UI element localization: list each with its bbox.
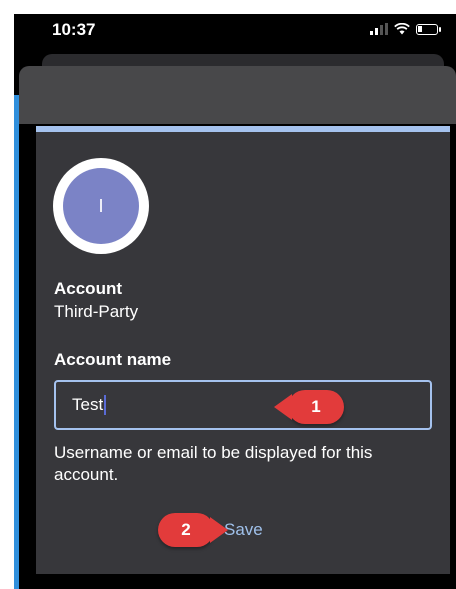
window-edge [14, 95, 19, 589]
account-name-helper: Username or email to be displayed for th… [54, 443, 373, 484]
sheet-header [19, 66, 456, 124]
dialog-accent-bar [36, 126, 450, 132]
avatar-initial: I [63, 168, 139, 244]
account-type: Third-Party [54, 302, 139, 321]
account-name-value: Test [72, 395, 104, 414]
save-button[interactable]: Save [224, 520, 263, 540]
status-time: 10:37 [52, 20, 96, 39]
wifi-icon [394, 23, 410, 35]
callout-badge-1: 1 [274, 390, 344, 424]
text-caret [104, 395, 107, 415]
account-name-input[interactable]: Test [54, 380, 432, 430]
battery-icon [416, 23, 441, 35]
callout-badge-2: 2 [158, 513, 228, 547]
account-name-label: Account name [54, 350, 172, 369]
status-icons [370, 22, 441, 36]
signal-icon [370, 23, 388, 35]
account-dialog: I Account Third-Party Account name Test … [36, 126, 450, 574]
account-label: Account [54, 279, 122, 298]
avatar: I [53, 158, 149, 254]
